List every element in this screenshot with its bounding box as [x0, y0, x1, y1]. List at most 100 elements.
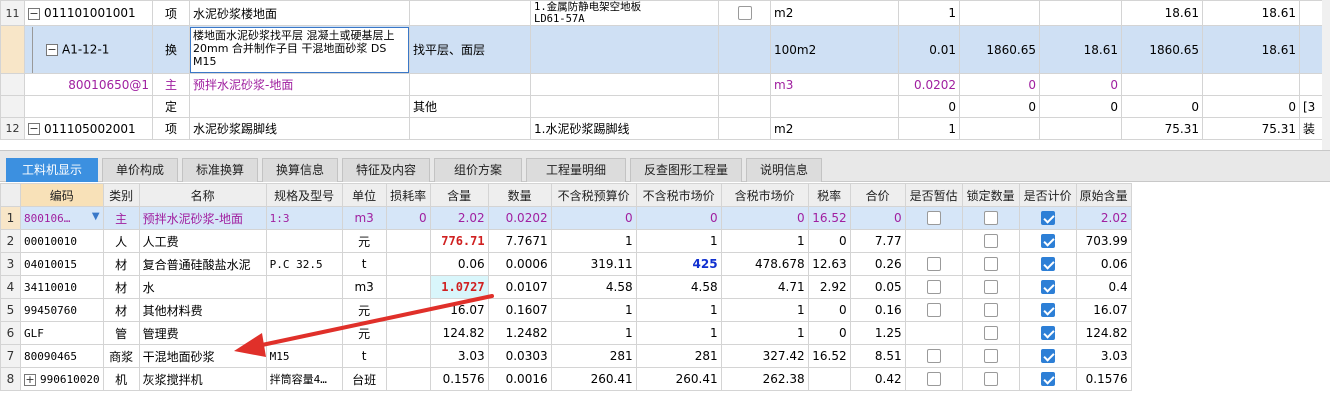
lock-qty-checkbox[interactable] — [983, 349, 998, 364]
feature-cell[interactable]: 其他 — [409, 95, 531, 118]
value-cell[interactable]: 0 — [1039, 95, 1122, 118]
unit-cell[interactable]: m2 — [770, 117, 899, 140]
spec-cell[interactable] — [530, 25, 719, 74]
qty-cell[interactable]: 1 — [898, 117, 960, 140]
table-row[interactable]: 2 00010010 人人工费 元 776.71 7.7671 1 1 1 0 7.77 703.99 — [0, 229, 1132, 253]
tax-rate-cell[interactable] — [807, 367, 851, 391]
tab-graphic-quantity[interactable]: 反查图形工程量 — [630, 158, 742, 182]
header-original-content[interactable]: 原始含量 — [1075, 183, 1132, 207]
checkbox[interactable] — [737, 6, 752, 21]
original-content-cell[interactable]: 16.07 — [1075, 298, 1132, 322]
header-priced[interactable]: 是否计价 — [1018, 183, 1077, 207]
code-cell[interactable]: 04010015 — [20, 252, 104, 276]
table-row[interactable]: 80010650@1 主 预拌水泥砂浆-地面 m3 0.0202 0 0 — [0, 73, 1330, 96]
provisional-checkbox-cell[interactable] — [904, 321, 963, 345]
unit-cell[interactable]: 元 — [341, 321, 387, 345]
tab-unit-price[interactable]: 单价构成 — [102, 158, 178, 182]
type-cell[interactable]: 换 — [152, 25, 190, 74]
checkbox-cell[interactable] — [718, 25, 771, 74]
content-cell[interactable]: 16.07 — [429, 298, 489, 322]
table-row-selected[interactable]: − A1-12-1 换 楼地面水泥砂浆找平层 混凝土或硬基层上 20mm 合并制作… — [0, 25, 1330, 74]
feature-cell[interactable] — [409, 117, 531, 140]
content-cell[interactable]: 0.1576 — [429, 367, 489, 391]
market-price-tax-cell[interactable]: 262.38 — [720, 367, 809, 391]
spec-cell[interactable]: P.C 32.5 — [265, 252, 343, 276]
spec-cell[interactable] — [265, 321, 343, 345]
tax-rate-cell[interactable]: 0 — [807, 298, 851, 322]
feature-cell[interactable] — [409, 0, 531, 26]
header-unit[interactable]: 单位 — [341, 183, 387, 207]
spec-cell[interactable] — [265, 275, 343, 299]
table-row[interactable]: 12 −011105002001 项 水泥砂浆踢脚线 1.水泥砂浆踢脚线 m2 … — [0, 117, 1330, 140]
name-cell[interactable]: 水 — [138, 275, 267, 299]
tax-rate-cell[interactable]: 0 — [807, 229, 851, 253]
tax-rate-cell[interactable]: 16.52 — [807, 344, 851, 368]
spec-cell[interactable]: M15 — [265, 344, 343, 368]
priced-checkbox-cell[interactable] — [1018, 275, 1077, 299]
header-content[interactable]: 含量 — [429, 183, 489, 207]
header-name[interactable]: 名称 — [138, 183, 267, 207]
header-category[interactable]: 类别 — [102, 183, 140, 207]
priced-checkbox[interactable] — [1040, 257, 1055, 272]
market-price-tax-cell[interactable]: 0 — [720, 206, 809, 230]
unit-cell[interactable]: 台班 — [341, 367, 387, 391]
market-price-cell[interactable]: 4.58 — [635, 275, 722, 299]
value-cell[interactable] — [1039, 117, 1122, 140]
tab-standard-conversion[interactable]: 标准换算 — [182, 158, 258, 182]
market-price-cell[interactable]: 260.41 — [635, 367, 722, 391]
market-price-cell[interactable]: 281 — [635, 344, 722, 368]
total-cell[interactable]: 0.26 — [849, 252, 906, 276]
original-content-cell[interactable]: 703.99 — [1075, 229, 1132, 253]
loss-rate-cell[interactable] — [385, 321, 431, 345]
tab-materials[interactable]: 工料机显示 — [6, 158, 98, 182]
value-cell[interactable] — [959, 0, 1040, 26]
category-cell[interactable]: 机 — [102, 367, 140, 391]
lock-qty-checkbox-cell[interactable] — [961, 206, 1020, 230]
unit-cell[interactable]: t — [341, 252, 387, 276]
tab-features[interactable]: 特征及内容 — [342, 158, 430, 182]
name-cell[interactable]: 人工费 — [138, 229, 267, 253]
category-cell[interactable]: 材 — [102, 252, 140, 276]
tax-rate-cell[interactable]: 12.63 — [807, 252, 851, 276]
quantity-cell[interactable]: 7.7671 — [487, 229, 552, 253]
spec-cell[interactable]: 1:3 — [265, 206, 343, 230]
provisional-checkbox-cell[interactable] — [904, 252, 963, 276]
name-cell[interactable]: 干混地面砂浆 — [138, 344, 267, 368]
code-cell[interactable]: −011101001001 — [24, 0, 153, 26]
original-content-cell[interactable]: 0.06 — [1075, 252, 1132, 276]
priced-checkbox[interactable] — [1040, 349, 1055, 364]
value-cell[interactable]: 75.31 — [1121, 117, 1203, 140]
name-cell[interactable]: 预拌水泥砂浆-地面 — [138, 206, 267, 230]
market-price-tax-cell[interactable]: 1 — [720, 229, 809, 253]
value-cell[interactable]: 18.61 — [1202, 25, 1300, 74]
checkbox-cell[interactable] — [718, 95, 771, 118]
value-cell[interactable]: 75.31 — [1202, 117, 1300, 140]
loss-rate-cell[interactable] — [385, 275, 431, 299]
priced-checkbox-cell[interactable] — [1018, 252, 1077, 276]
type-cell[interactable]: 主 — [152, 73, 190, 96]
value-cell[interactable]: 18.61 — [1039, 25, 1122, 74]
market-price-cell[interactable]: 0 — [635, 206, 722, 230]
tab-conversion-info[interactable]: 换算信息 — [262, 158, 338, 182]
tax-rate-cell[interactable]: 0 — [807, 321, 851, 345]
code-cell[interactable]: 34110010 — [20, 275, 104, 299]
provisional-checkbox-cell[interactable] — [904, 367, 963, 391]
value-cell[interactable]: 0 — [1202, 95, 1300, 118]
quantity-cell[interactable]: 1.2482 — [487, 321, 552, 345]
category-cell[interactable]: 主 — [102, 206, 140, 230]
qty-cell[interactable]: 0.01 — [898, 25, 960, 74]
tab-description[interactable]: 说明信息 — [746, 158, 822, 182]
value-cell[interactable] — [1039, 0, 1122, 26]
budget-price-cell[interactable]: 1 — [550, 298, 637, 322]
name-cell[interactable]: 其他材料费 — [138, 298, 267, 322]
tax-rate-cell[interactable]: 2.92 — [807, 275, 851, 299]
spec-cell[interactable]: 1.水泥砂浆踢脚线 — [530, 117, 719, 140]
category-cell[interactable]: 商浆 — [102, 344, 140, 368]
value-cell[interactable]: 1860.65 — [1121, 25, 1203, 74]
provisional-checkbox[interactable] — [926, 211, 941, 226]
header-tax-rate[interactable]: 税率 — [807, 183, 851, 207]
value-cell[interactable]: 0 — [1121, 95, 1203, 118]
loss-rate-cell[interactable]: 0 — [385, 206, 431, 230]
total-cell[interactable]: 0.16 — [849, 298, 906, 322]
budget-price-cell[interactable]: 319.11 — [550, 252, 637, 276]
